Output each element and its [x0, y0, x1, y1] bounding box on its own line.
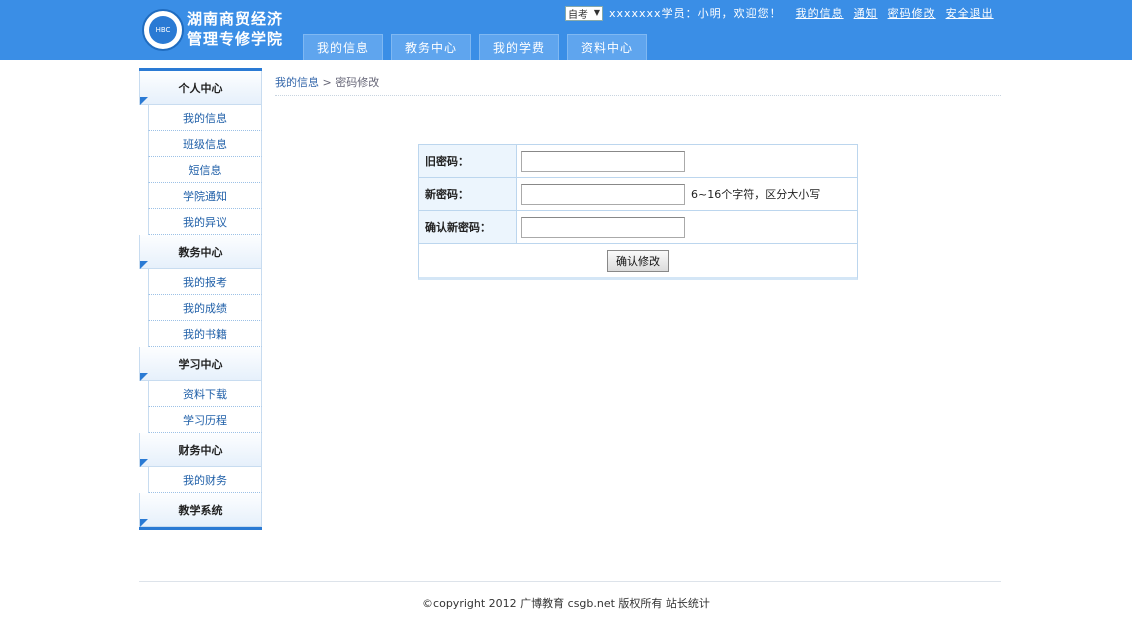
top-bar: 自考 ▼ xxxxxxx学员：小明，欢迎您！ 我的信息 通知 密码修改 安全退出 [565, 4, 1004, 22]
footer-copyright: ©copyright 2012 广博教育 csgb.net 版权所有 站长统计 [422, 597, 710, 610]
sidebar-item-my-objection[interactable]: 我的异议 [148, 209, 262, 235]
sidebar-section-title: 个人中心 [178, 81, 223, 95]
sidebar-item-my-grades[interactable]: 我的成绩 [148, 295, 262, 321]
top-link-logout[interactable]: 安全退出 [946, 5, 994, 21]
corner-marker [140, 519, 148, 527]
exam-type-value: 自考 [568, 9, 588, 21]
sidebar-section-academic[interactable]: 教务中心 [139, 235, 262, 269]
main-nav: 我的信息 教务中心 我的学费 资料中心 [303, 34, 655, 60]
form-row-submit: 确认修改 [419, 244, 857, 277]
corner-marker [140, 373, 148, 381]
chevron-down-icon: ▼ [593, 7, 600, 17]
top-link-change-password[interactable]: 密码修改 [888, 5, 936, 21]
form-row-new-password: 新密码： 6~16个字符，区分大小写 [419, 178, 857, 211]
breadcrumb-separator: > [319, 76, 336, 89]
new-password-label: 新密码： [419, 178, 517, 210]
new-password-hint: 6~16个字符，区分大小写 [691, 188, 821, 201]
old-password-input[interactable] [521, 150, 685, 172]
sidebar-section-title: 学习中心 [178, 357, 223, 371]
sidebar-item-messages[interactable]: 短信息 [148, 157, 262, 183]
sidebar-item-my-info[interactable]: 我的信息 [148, 105, 262, 131]
confirm-password-input[interactable] [521, 216, 685, 238]
sidebar-section-title: 教务中心 [178, 245, 223, 259]
form-row-confirm-password: 确认新密码： [419, 211, 857, 244]
breadcrumb-current: 密码修改 [335, 76, 380, 89]
sidebar-item-my-books[interactable]: 我的书籍 [148, 321, 262, 347]
sidebar: 个人中心 我的信息 班级信息 短信息 学院通知 我的异议 教务中心 我的报考 我… [139, 68, 262, 530]
tab-my-tuition[interactable]: 我的学费 [479, 34, 559, 60]
sidebar-section-title: 教学系统 [178, 503, 223, 517]
sidebar-section-title: 财务中心 [178, 443, 223, 457]
sidebar-section-teaching-system[interactable]: 教学系统 [139, 493, 262, 527]
footer-divider [139, 581, 1001, 582]
corner-marker [140, 261, 148, 269]
tab-my-info[interactable]: 我的信息 [303, 34, 383, 60]
sidebar-section-learning[interactable]: 学习中心 [139, 347, 262, 381]
tab-resource-center[interactable]: 资料中心 [567, 34, 647, 60]
sidebar-item-my-registration[interactable]: 我的报考 [148, 269, 262, 295]
school-name-line2: 管理专修学院 [187, 30, 284, 48]
school-name-line1: 湖南商贸经济 [187, 10, 284, 28]
sidebar-section-finance[interactable]: 财务中心 [139, 433, 262, 467]
breadcrumb-parent[interactable]: 我的信息 [275, 76, 319, 89]
top-link-notice[interactable]: 通知 [854, 5, 878, 21]
school-name: 湖南商贸经济 管理专修学院 [187, 9, 283, 49]
welcome-text: xxxxxxx学员：小明，欢迎您！ [609, 7, 782, 20]
sidebar-item-class-info[interactable]: 班级信息 [148, 131, 262, 157]
sidebar-item-downloads[interactable]: 资料下载 [148, 381, 262, 407]
school-seal-icon: HBC [142, 9, 184, 51]
confirm-change-button[interactable]: 确认修改 [607, 249, 669, 272]
sidebar-item-college-notice[interactable]: 学院通知 [148, 183, 262, 209]
form-row-old-password: 旧密码： [419, 145, 857, 178]
corner-marker [140, 97, 148, 105]
sidebar-item-learning-history[interactable]: 学习历程 [148, 407, 262, 433]
confirm-password-label: 确认新密码： [419, 211, 517, 243]
tab-academic-center[interactable]: 教务中心 [391, 34, 471, 60]
corner-marker [140, 459, 148, 467]
exam-type-select[interactable]: 自考 ▼ [565, 5, 603, 21]
sidebar-section-personal[interactable]: 个人中心 [139, 71, 262, 105]
breadcrumb: 我的信息 > 密码修改 [275, 74, 1001, 96]
sidebar-item-my-finance[interactable]: 我的财务 [148, 467, 262, 493]
top-link-my-info[interactable]: 我的信息 [796, 5, 844, 21]
new-password-input[interactable] [521, 183, 685, 205]
old-password-label: 旧密码： [419, 145, 517, 177]
school-logo[interactable]: HBC 湖南商贸经济 管理专修学院 [140, 7, 290, 53]
change-password-form: 旧密码： 新密码： 6~16个字符，区分大小写 确认新密码： 确认修改 [418, 144, 858, 280]
header: HBC 湖南商贸经济 管理专修学院 自考 ▼ xxxxxxx学员：小明，欢迎您！… [0, 0, 1132, 60]
